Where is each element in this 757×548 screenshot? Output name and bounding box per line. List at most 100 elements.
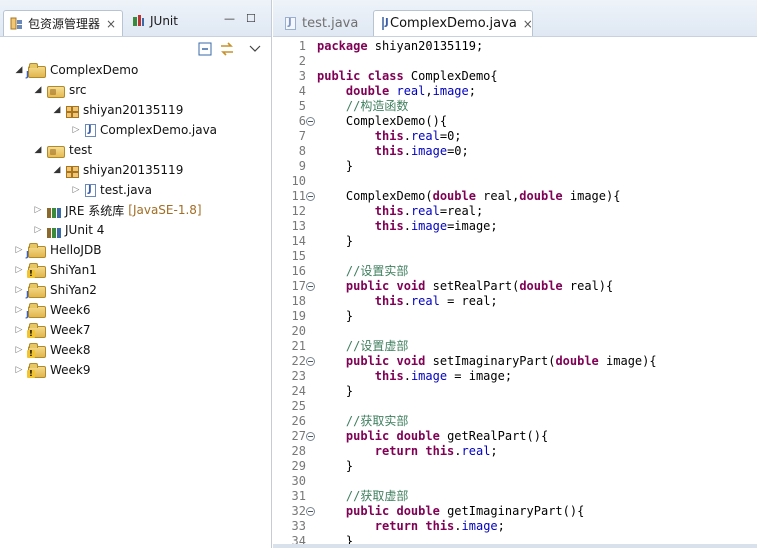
java-project-icon bbox=[26, 283, 46, 299]
tree-item[interactable]: ▷ ComplexDemo.java bbox=[71, 120, 218, 140]
code-line[interactable]: 20 bbox=[273, 324, 757, 339]
code-line[interactable]: 32 public double getImaginaryPart(){ bbox=[273, 504, 757, 519]
fold-toggle-icon[interactable] bbox=[306, 432, 315, 441]
collapsed-arrow-icon[interactable]: ▷ bbox=[71, 125, 81, 135]
tree-item[interactable]: ◢ src bbox=[33, 80, 87, 100]
collapsed-arrow-icon[interactable]: ▷ bbox=[14, 245, 24, 255]
expanded-arrow-icon[interactable]: ◢ bbox=[33, 145, 43, 155]
code-token: this bbox=[374, 129, 404, 143]
tree-item[interactable]: ▷ test.java bbox=[71, 180, 152, 200]
tab-junit[interactable]: JUnit bbox=[126, 8, 196, 33]
code-line[interactable]: 4 double real,image; bbox=[273, 84, 757, 99]
code-line[interactable]: 23 this.image = image; bbox=[273, 369, 757, 384]
tree-item[interactable]: ▷ HelloJDB bbox=[14, 240, 101, 260]
code-line[interactable]: 5 //构造函数 bbox=[273, 99, 757, 114]
code-editor[interactable]: 1 package shiyan20135119; 2 3 public class C… bbox=[273, 37, 757, 548]
code-line[interactable]: 8 this.image=0; bbox=[273, 144, 757, 159]
fold-toggle-icon[interactable] bbox=[306, 507, 315, 516]
tree-item[interactable]: ◢ test bbox=[33, 140, 92, 160]
tab-test-java[interactable]: test.java bbox=[277, 10, 369, 36]
tree-item[interactable]: ▷ ShiYan2 bbox=[14, 280, 97, 300]
collapsed-arrow-icon[interactable]: ▷ bbox=[14, 305, 24, 315]
code-line[interactable]: 25 bbox=[273, 399, 757, 414]
code-line[interactable]: 17 public void setRealPart(double real){ bbox=[273, 279, 757, 294]
code-token: ComplexDemo{ bbox=[410, 69, 498, 83]
expanded-arrow-icon[interactable]: ◢ bbox=[14, 65, 24, 75]
line-number: 4 bbox=[298, 84, 306, 98]
code-line[interactable]: 11 ComplexDemo(double real,double image)… bbox=[273, 189, 757, 204]
close-icon[interactable]: × bbox=[523, 17, 533, 31]
code-line[interactable]: 22 public void setImaginaryPart(double i… bbox=[273, 354, 757, 369]
fold-toggle-icon[interactable] bbox=[306, 117, 315, 126]
code-token: =0; bbox=[447, 144, 469, 158]
code-token: return this bbox=[374, 519, 455, 533]
tree-item[interactable]: ◢ ComplexDemo bbox=[14, 60, 138, 80]
close-icon[interactable]: × bbox=[106, 17, 116, 31]
code-line[interactable]: 1 package shiyan20135119; bbox=[273, 39, 757, 54]
code-line[interactable]: 24 } bbox=[273, 384, 757, 399]
code-token: = image; bbox=[447, 369, 513, 383]
tree-item[interactable]: ▷ Week6 bbox=[14, 300, 91, 320]
code-line[interactable]: 10 bbox=[273, 174, 757, 189]
tab-package-explorer[interactable]: 包资源管理器 × bbox=[3, 10, 123, 36]
line-number: 33 bbox=[291, 519, 306, 533]
code-token: //构造函数 bbox=[317, 99, 409, 113]
tree-item[interactable]: ▷ JRE 系统库 [JavaSE-1.8] bbox=[33, 200, 202, 220]
collapsed-arrow-icon[interactable]: ▷ bbox=[14, 345, 24, 355]
code-line[interactable]: 27 public double getRealPart(){ bbox=[273, 429, 757, 444]
code-token: this bbox=[374, 204, 404, 218]
code-line[interactable]: 15 bbox=[273, 249, 757, 264]
collapsed-arrow-icon[interactable]: ▷ bbox=[14, 325, 24, 335]
code-line[interactable]: 29 } bbox=[273, 459, 757, 474]
code-line[interactable]: 18 this.real = real; bbox=[273, 294, 757, 309]
collapsed-arrow-icon[interactable]: ▷ bbox=[33, 205, 43, 215]
code-line[interactable]: 30 bbox=[273, 474, 757, 489]
code-token: setRealPart( bbox=[432, 279, 520, 293]
expanded-arrow-icon[interactable]: ◢ bbox=[33, 85, 43, 95]
tree-item[interactable]: ◢ shiyan20135119 bbox=[52, 100, 183, 120]
collapsed-arrow-icon[interactable]: ▷ bbox=[33, 225, 43, 235]
code-line[interactable]: 19 } bbox=[273, 309, 757, 324]
code-line[interactable]: 16 //设置实部 bbox=[273, 264, 757, 279]
expanded-arrow-icon[interactable]: ◢ bbox=[52, 165, 62, 175]
java-project-warning-icon bbox=[27, 363, 46, 378]
code-line[interactable]: 28 return this.real; bbox=[273, 444, 757, 459]
package-explorer-panel: 包资源管理器 × JUnit — ☐ ◢ ComplexDemo ◢ src ◢ shiy… bbox=[0, 0, 272, 548]
collapsed-arrow-icon[interactable]: ▷ bbox=[14, 265, 24, 275]
minimize-button[interactable]: — bbox=[224, 12, 235, 25]
code-line[interactable]: 3 public class ComplexDemo{ bbox=[273, 69, 757, 84]
collapsed-arrow-icon[interactable]: ▷ bbox=[14, 285, 24, 295]
code-line[interactable]: 7 this.real=0; bbox=[273, 129, 757, 144]
tree-item[interactable]: ▷ ShiYan1 bbox=[14, 260, 97, 280]
code-line[interactable]: 14 } bbox=[273, 234, 757, 249]
fold-toggle-icon[interactable] bbox=[306, 282, 315, 291]
collapsed-arrow-icon[interactable]: ▷ bbox=[71, 185, 81, 195]
expanded-arrow-icon[interactable]: ◢ bbox=[52, 105, 62, 115]
fold-toggle-icon[interactable] bbox=[306, 357, 315, 366]
code-line[interactable]: 6 ComplexDemo(){ bbox=[273, 114, 757, 129]
code-line[interactable]: 13 this.image=image; bbox=[273, 219, 757, 234]
code-line[interactable]: 12 this.real=real; bbox=[273, 204, 757, 219]
code-line[interactable]: 33 return this.image; bbox=[273, 519, 757, 534]
link-with-editor-icon[interactable] bbox=[219, 42, 233, 56]
tree-item[interactable]: ▷ JUnit 4 bbox=[33, 220, 104, 240]
tree-item[interactable]: ▷ Week9 bbox=[14, 360, 91, 380]
collapse-all-icon[interactable] bbox=[198, 42, 212, 56]
tree-item[interactable]: ◢ shiyan20135119 bbox=[52, 160, 183, 180]
code-line[interactable]: 31 //获取虚部 bbox=[273, 489, 757, 504]
view-menu-icon[interactable] bbox=[249, 42, 263, 56]
code-line[interactable]: 2 bbox=[273, 54, 757, 69]
code-line[interactable]: 9 } bbox=[273, 159, 757, 174]
code-token: //获取虚部 bbox=[317, 489, 409, 503]
tree-item[interactable]: ▷ Week7 bbox=[14, 320, 91, 340]
fold-toggle-icon[interactable] bbox=[306, 192, 315, 201]
tree-item[interactable]: ▷ Week8 bbox=[14, 340, 91, 360]
code-line[interactable]: 26 //获取实部 bbox=[273, 414, 757, 429]
line-number: 22 bbox=[291, 354, 306, 368]
code-text: this.real=0; bbox=[317, 129, 462, 144]
collapsed-arrow-icon[interactable]: ▷ bbox=[14, 365, 24, 375]
line-number: 24 bbox=[291, 384, 306, 398]
code-line[interactable]: 21 //设置虚部 bbox=[273, 339, 757, 354]
tab-complexdemo-java[interactable]: ComplexDemo.java × bbox=[373, 10, 533, 36]
maximize-button[interactable]: ☐ bbox=[246, 12, 256, 25]
